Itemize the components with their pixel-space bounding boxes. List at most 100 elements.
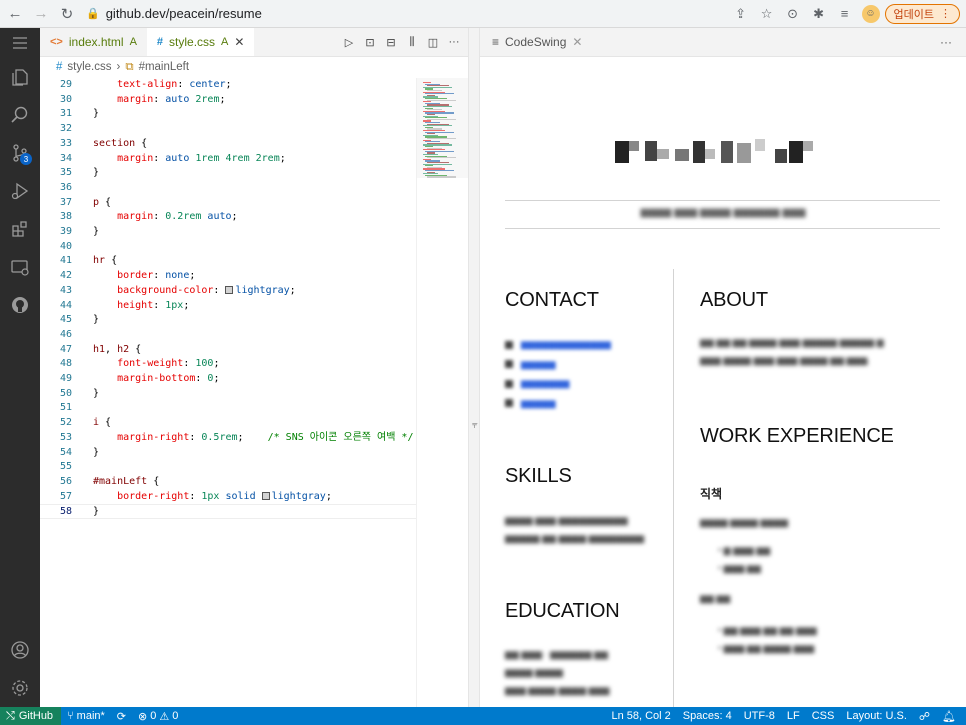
code-line[interactable]: 33 section { <box>40 137 416 152</box>
code-line[interactable]: 29 text-align: center; <box>40 78 416 93</box>
code-line[interactable]: 30 margin: auto 2rem; <box>40 93 416 108</box>
remote-explorer-icon[interactable] <box>0 248 40 286</box>
reload-icon[interactable]: ↻ <box>56 3 78 25</box>
code-line[interactable]: 57 border-right: 1px solid lightgray; <box>40 490 416 505</box>
search-icon[interactable] <box>0 96 40 134</box>
code-editor[interactable]: 29 text-align: center; 30 margin: auto 2r… <box>40 78 416 707</box>
code-line[interactable]: 32 <box>40 122 416 137</box>
line-number: 33 <box>59 137 72 149</box>
branch-label: main* <box>76 710 105 722</box>
code-line[interactable]: 50} <box>40 387 416 402</box>
back-icon[interactable]: ← <box>4 3 26 25</box>
account-icon[interactable] <box>0 631 40 669</box>
url-text: github.dev/peacein/resume <box>105 6 262 21</box>
line-text: margin: auto 1rem 4rem 2rem; <box>117 152 286 164</box>
code-line[interactable]: 40 <box>40 240 416 255</box>
language-mode[interactable]: CSS <box>806 710 841 722</box>
code-line[interactable]: 58} <box>40 504 416 519</box>
code-line[interactable]: 48 font-weight: 100; <box>40 357 416 372</box>
contact-email[interactable]: ▆▆▆▆▆▆▆▆▆▆▆▆▆ <box>505 335 611 355</box>
compare-changes-icon[interactable]: ⊟ <box>383 36 399 49</box>
line-number: 56 <box>59 475 72 487</box>
end-of-line[interactable]: LF <box>781 710 806 722</box>
code-line[interactable]: 56 #mainLeft { <box>40 475 416 490</box>
code-line[interactable]: 53 margin-right: 0.5rem; /* SNS 아이콘 오른쪽 … <box>40 431 416 446</box>
indentation[interactable]: Spaces: 4 <box>677 710 738 722</box>
codeswing-preview: ≡ CodeSwing ✕ ··· ▆▆▆▆ ▆▆▆ ▆▆▆▆ ▆▆▆▆▆▆ ▆… <box>480 28 966 707</box>
minimap[interactable] <box>416 78 469 707</box>
code-line[interactable]: 31} <box>40 107 416 122</box>
contact-github[interactable]: ▆▆▆▆▆ <box>505 394 611 414</box>
extension-icon[interactable]: ⊙ <box>781 3 805 25</box>
code-line[interactable]: 46 <box>40 328 416 343</box>
line-text: i { <box>93 417 112 429</box>
code-line[interactable]: 54} <box>40 446 416 461</box>
source-control-icon[interactable]: 3 <box>0 134 40 172</box>
line-text: font-weight: 100; <box>117 358 220 370</box>
profile-avatar[interactable]: ☺ <box>859 3 883 25</box>
branch-status[interactable]: ⑂ main* <box>61 710 111 722</box>
code-line[interactable]: 44 height: 1px; <box>40 299 416 314</box>
editor-split-sash[interactable]: ⫧ <box>468 28 480 707</box>
tab-style-css[interactable]: # style.css A ✕ <box>146 28 255 56</box>
more-actions-icon[interactable]: ··· <box>446 36 462 48</box>
keyboard-layout[interactable]: Layout: U.S. <box>840 710 913 722</box>
code-line[interactable]: 42 border: none; <box>40 269 416 284</box>
code-line[interactable]: 35} <box>40 166 416 181</box>
open-preview-icon[interactable]: ⊡ <box>362 36 378 49</box>
split-editor-icon[interactable]: ◫ <box>425 36 441 49</box>
sync-icon[interactable]: ⟳ <box>111 710 132 723</box>
breadcrumb-symbol[interactable]: #mainLeft <box>139 61 190 73</box>
tab-codeswing[interactable]: ≡ CodeSwing ✕ <box>480 28 594 57</box>
puzzle-icon[interactable]: ✱ <box>807 3 831 25</box>
more-actions-icon[interactable]: ··· <box>940 35 966 49</box>
update-button[interactable]: 업데이트 ⋮ <box>884 3 960 24</box>
cursor-position[interactable]: Ln 58, Col 2 <box>605 710 676 722</box>
code-line[interactable]: 55 <box>40 460 416 475</box>
code-line[interactable]: 43 background-color: lightgray; <box>40 284 416 299</box>
line-text: } <box>93 314 100 326</box>
code-line[interactable]: 51 <box>40 401 416 416</box>
forward-icon[interactable]: → <box>30 3 52 25</box>
code-line[interactable]: 36 <box>40 181 416 196</box>
line-number: 50 <box>59 387 72 399</box>
github-icon[interactable] <box>0 286 40 324</box>
settings-gear-icon[interactable] <box>0 669 40 707</box>
code-line[interactable]: 47 h1, h2 { <box>40 343 416 358</box>
code-line[interactable]: 52 i { <box>40 416 416 431</box>
line-text <box>72 181 93 196</box>
code-line[interactable]: 49 margin-bottom: 0; <box>40 372 416 387</box>
code-line[interactable]: 45} <box>40 313 416 328</box>
explorer-icon[interactable] <box>0 58 40 96</box>
bookmark-star-icon[interactable]: ☆ <box>755 3 779 25</box>
run-debug-icon[interactable] <box>0 172 40 210</box>
address-bar[interactable]: 🔒 github.dev/peacein/resume <box>86 3 721 25</box>
remote-indicator[interactable]: ⤭ GitHub <box>0 707 62 725</box>
close-icon[interactable]: ✕ <box>234 35 244 49</box>
encoding[interactable]: UTF-8 <box>738 710 781 722</box>
code-line[interactable]: 39} <box>40 225 416 240</box>
tab-index-html[interactable]: <> index.html A <box>40 28 147 56</box>
code-line[interactable]: 38 margin: 0.2rem auto; <box>40 210 416 225</box>
close-icon[interactable]: ✕ <box>572 35 582 49</box>
media-queue-icon[interactable]: ≡ <box>833 3 857 25</box>
code-line[interactable]: 37 p { <box>40 196 416 211</box>
breadcrumb-file[interactable]: style.css <box>67 61 111 73</box>
share-icon[interactable]: ⇪ <box>729 3 753 25</box>
contact-twitter[interactable]: ▆▆▆▆▆ <box>505 355 611 375</box>
library-icon[interactable]: ⫼ <box>404 36 420 49</box>
line-number: 45 <box>59 314 72 326</box>
sash-handle-icon[interactable]: ⫧ <box>472 420 478 431</box>
warning-icon: ⚠ <box>159 710 170 723</box>
menu-icon[interactable] <box>0 28 40 58</box>
code-line[interactable]: 34 margin: auto 1rem 4rem 2rem; <box>40 152 416 167</box>
code-line[interactable]: 41 hr { <box>40 254 416 269</box>
extensions-icon[interactable] <box>0 210 40 248</box>
problems-status[interactable]: ⊗ 0 ⚠ 0 <box>132 710 184 723</box>
notifications-bell-icon[interactable]: 🔔︎ <box>936 710 966 723</box>
minimap-line <box>427 99 456 101</box>
line-number: 36 <box>59 181 72 193</box>
feedback-icon[interactable]: ☍ <box>913 710 936 723</box>
contact-facebook[interactable]: ▆▆▆▆▆▆▆ <box>505 374 611 394</box>
run-preview-icon[interactable]: ▷ <box>341 36 357 49</box>
